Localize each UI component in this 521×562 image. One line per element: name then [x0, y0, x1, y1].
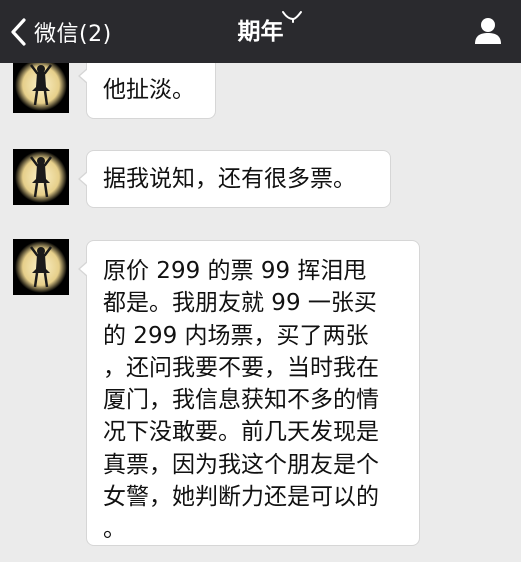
message-list[interactable]: 他扯淡。 据我说知，还有很多票。 原价 299 的票 99 挥泪甩 都是。我朋友…: [0, 63, 521, 562]
back-button[interactable]: 微信(2): [8, 14, 112, 50]
message-text: 他扯淡。: [103, 77, 195, 103]
message-text: 原价 299 的票 99 挥泪甩 都是。我朋友就 99 一张买 的 299 内场…: [103, 258, 379, 543]
message-text: 据我说知，还有很多票。: [103, 166, 356, 192]
mute-icon: [282, 11, 302, 23]
back-label: 微信(2): [34, 22, 112, 47]
message-bubble[interactable]: 他扯淡。: [78, 63, 216, 119]
avatar-image: [13, 149, 69, 205]
person-icon[interactable]: [473, 17, 503, 45]
avatar[interactable]: [13, 239, 69, 295]
avatar-image: [13, 63, 69, 113]
nav-bar: 微信(2) 期年: [0, 0, 521, 63]
avatar[interactable]: [13, 149, 69, 205]
chevron-left-icon: [11, 18, 26, 46]
message-bubble[interactable]: 原价 299 的票 99 挥泪甩 都是。我朋友就 99 一张买 的 299 内场…: [78, 240, 420, 546]
message-bubble[interactable]: 据我说知，还有很多票。: [78, 150, 391, 208]
avatar-image: [13, 239, 69, 295]
avatar[interactable]: [13, 63, 69, 113]
